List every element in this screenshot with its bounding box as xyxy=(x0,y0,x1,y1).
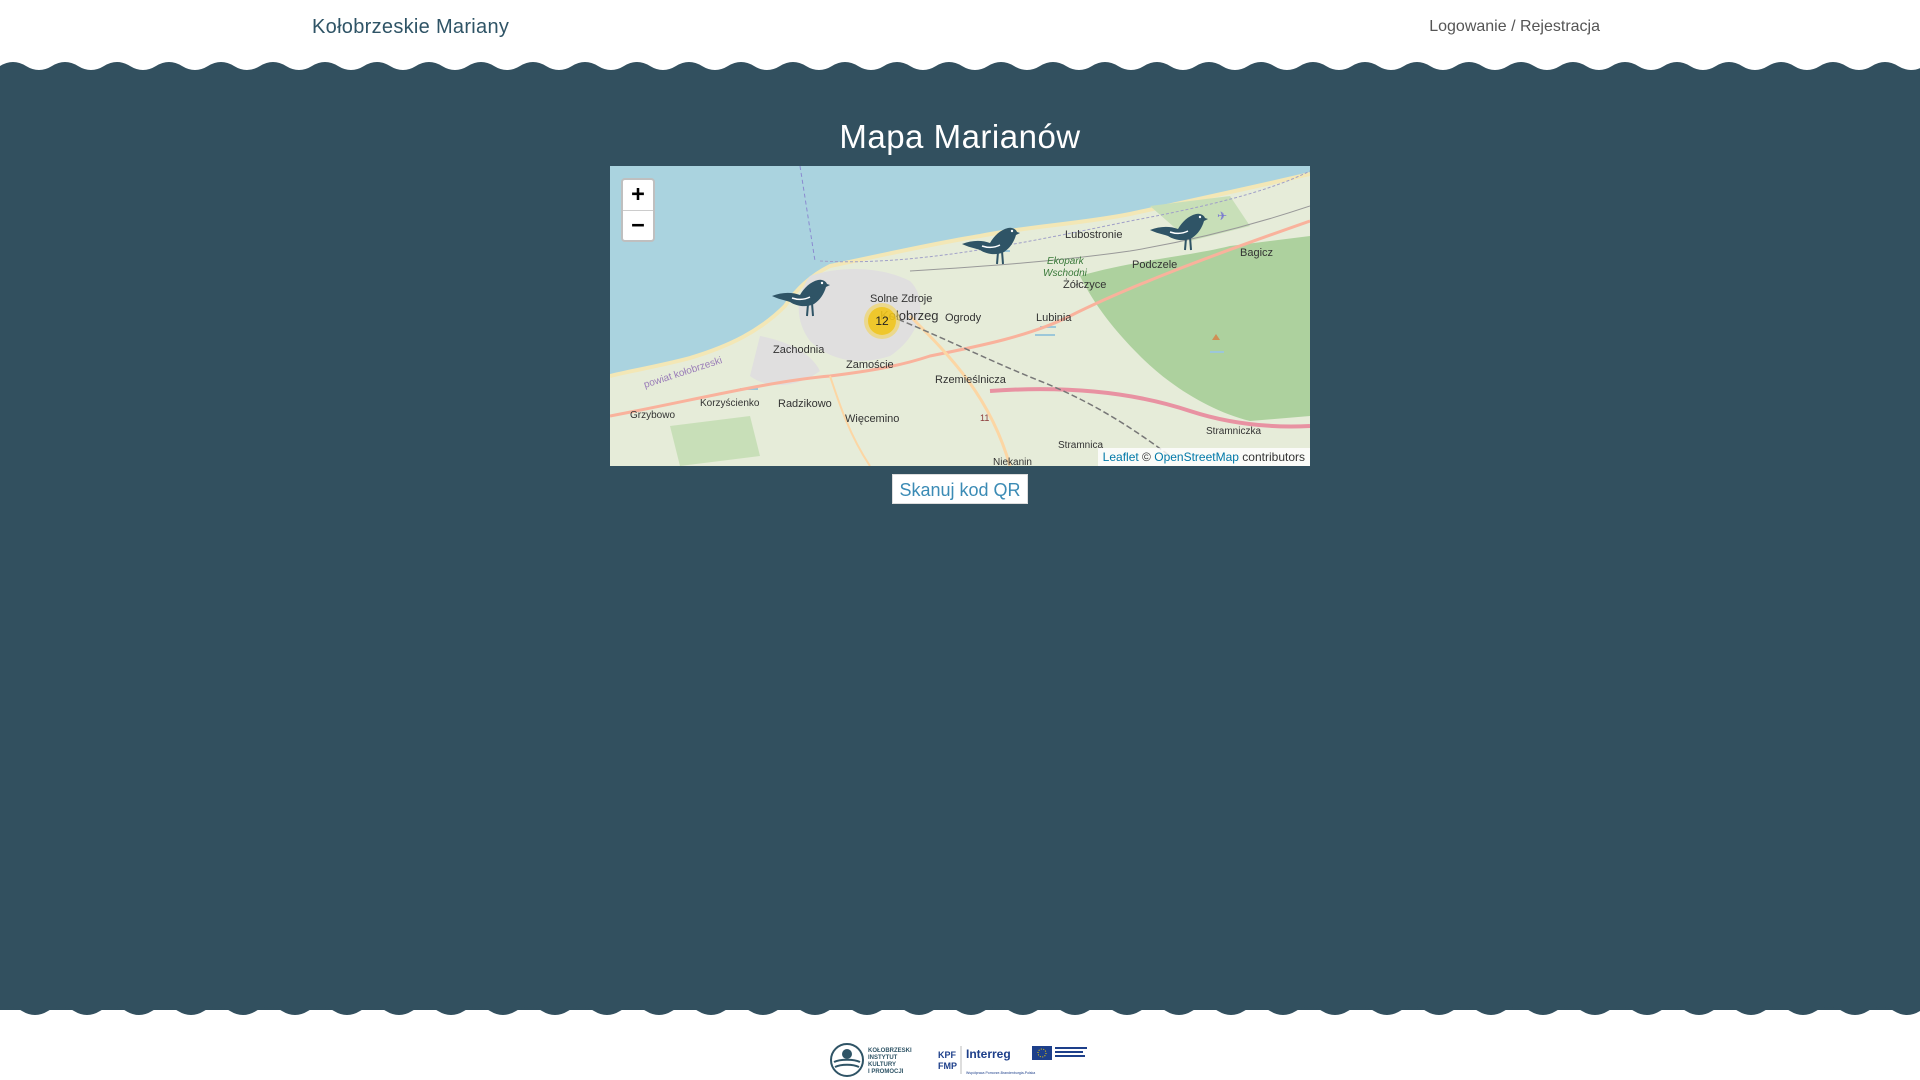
eu-flag-icon xyxy=(1032,1046,1052,1060)
seagull-marker-icon[interactable] xyxy=(960,218,1020,270)
label-podczele: Podczele xyxy=(1132,259,1177,271)
marker-cluster[interactable]: 12 xyxy=(864,303,900,339)
label-zolczyce: Żółczyce xyxy=(1063,278,1106,291)
cluster-count: 12 xyxy=(868,307,896,335)
interreg-logo: Interreg Współpraca Pomorze-Brandenburgi… xyxy=(966,1046,1087,1075)
kikp-line1: KOŁOBRZESKI xyxy=(868,1048,912,1054)
login-register-link[interactable]: Logowanie / Rejestracja xyxy=(1429,18,1600,36)
fmp-text: FMP xyxy=(938,1061,957,1071)
label-ogrody: Ogrody xyxy=(945,312,982,324)
interreg-subtext: Współpraca Pomorze-Brandenburgia-Polska xyxy=(966,1071,1035,1075)
leaflet-link[interactable]: Leaflet xyxy=(1103,450,1139,464)
label-stramnica: Stramnica xyxy=(1058,440,1103,451)
zoom-control: + − xyxy=(621,178,655,242)
wave-divider-bottom xyxy=(0,1003,1920,1015)
seagull-marker-icon[interactable] xyxy=(770,270,830,322)
label-rzemieslnicza: Rzemieślnicza xyxy=(935,374,1007,386)
kikp-logo: KOŁOBRZESKI INSTYTUT KULTURY I PROMOCJI xyxy=(830,1043,912,1077)
brand-link[interactable]: Kołobrzeskie Mariany xyxy=(312,16,509,39)
seagull-marker-icon[interactable] xyxy=(1148,204,1208,256)
kikp-line2: INSTYTUT xyxy=(868,1055,898,1061)
scan-qr-button[interactable]: Skanuj kod QR xyxy=(892,474,1028,504)
zoom-out-button[interactable]: − xyxy=(623,210,653,240)
zoom-in-button[interactable]: + xyxy=(623,180,653,210)
kikp-line4: I PROMOCJI xyxy=(868,1069,904,1075)
label-road-number: 11 xyxy=(980,413,989,423)
kikp-line3: KULTURY xyxy=(868,1062,896,1068)
openstreetmap-link[interactable]: OpenStreetMap xyxy=(1154,450,1239,464)
interreg-text: Interreg xyxy=(966,1047,1011,1061)
copyright-sign: © xyxy=(1142,450,1151,464)
kpf-text: KPF xyxy=(938,1050,957,1060)
label-ekopark: Ekopark xyxy=(1047,256,1085,267)
label-bagicz: Bagicz xyxy=(1240,247,1273,259)
label-grzybowo: Grzybowo xyxy=(630,410,675,421)
label-wiecemino: Więcemino xyxy=(845,413,899,425)
wave-divider-top xyxy=(0,62,1920,74)
label-zachodnia: Zachodnia xyxy=(773,344,825,356)
label-stramniczka: Stramniczka xyxy=(1206,426,1261,437)
label-lubostronie: Lubostronie xyxy=(1065,229,1123,241)
map-container[interactable]: Kołobrzeg Solne Zdroje Ogrody Lubinia Lu… xyxy=(610,166,1310,466)
kpf-fmp-logo: KPF FMP xyxy=(938,1046,962,1074)
airport-icon: ✈ xyxy=(1217,209,1227,223)
label-wschodni: Wschodni xyxy=(1043,268,1088,279)
label-korzyscienko: Korzyścienko xyxy=(700,398,760,409)
map-attribution: Leaflet © OpenStreetMap contributors xyxy=(1097,448,1310,466)
label-zamoscie: Zamoście xyxy=(846,359,894,371)
label-radzikowo: Radzikowo xyxy=(778,398,832,410)
attribution-suffix: contributors xyxy=(1242,450,1305,464)
label-niekanin: Niekanin xyxy=(993,457,1032,466)
footer-logos: KOŁOBRZESKI INSTYTUT KULTURY I PROMOCJI … xyxy=(830,1043,1087,1077)
page-title: Mapa Marianów xyxy=(839,118,1081,155)
label-lubinia: Lubinia xyxy=(1036,312,1072,324)
top-navbar: Kołobrzeskie Mariany Logowanie / Rejestr… xyxy=(0,0,1920,62)
